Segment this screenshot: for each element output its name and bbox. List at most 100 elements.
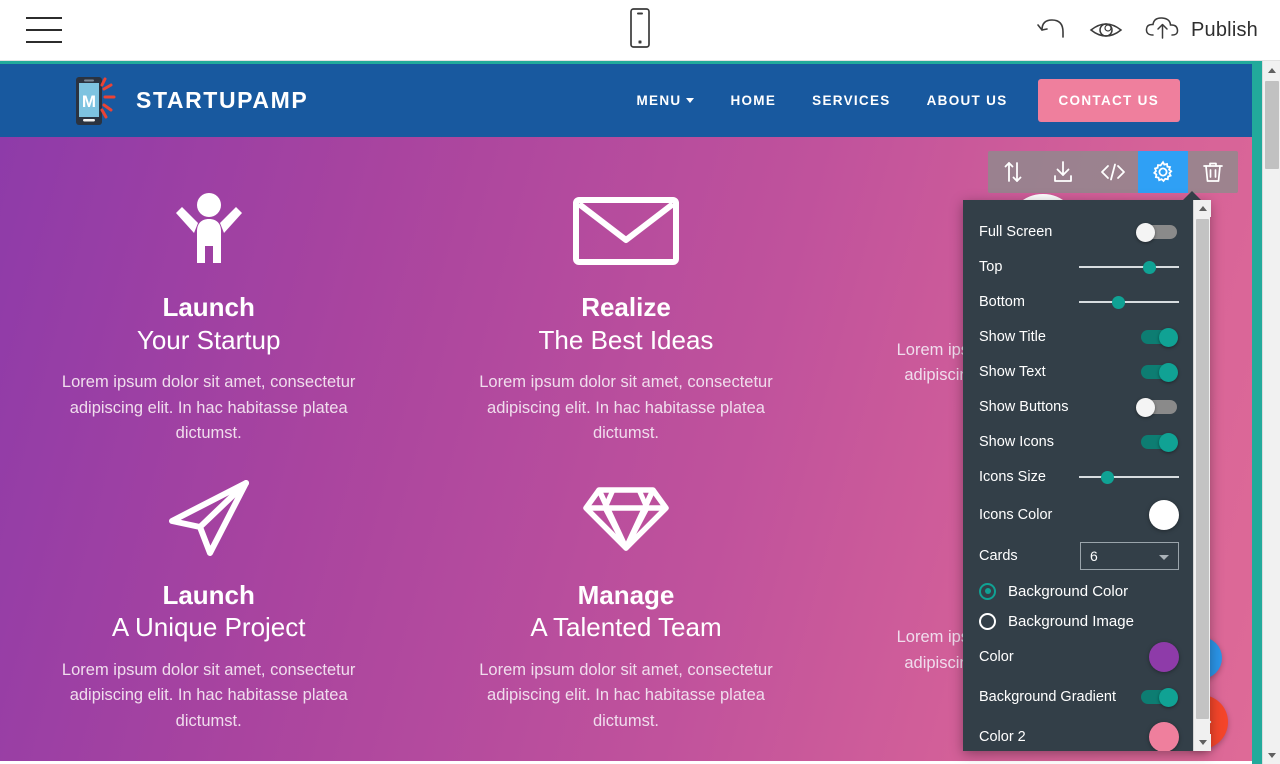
page-scrollbar[interactable] [1262, 61, 1280, 764]
bottom-slider[interactable] [1079, 293, 1179, 311]
setting-label: Top [979, 258, 1003, 275]
nav-link-home[interactable]: HOME [712, 93, 794, 108]
paper-plane-icon [38, 477, 379, 559]
setting-row-show-title: Show Title [979, 319, 1193, 354]
page-scroll-down-arrow-icon[interactable] [1263, 746, 1280, 764]
slider-rail [1079, 265, 1179, 268]
page-scroll-up-arrow-icon[interactable] [1263, 61, 1280, 79]
scroll-down-arrow-icon[interactable] [1194, 734, 1211, 751]
hamburger-bar [26, 41, 62, 43]
feature-card-title: Launch [162, 579, 255, 610]
background-image-radio-row[interactable]: Background Image [979, 606, 1193, 636]
settings-rows: Full Screen Top Bottom Show Title Show T… [963, 200, 1193, 751]
slider-thumb[interactable] [1143, 260, 1156, 274]
site-nav-links: MENU HOME SERVICES ABOUT US CONTACT US [619, 79, 1180, 122]
site-brand-name: STARTUPAMP [136, 87, 309, 113]
eye-icon[interactable] [1088, 17, 1124, 43]
cloud-upload-icon [1144, 14, 1182, 47]
section-toolbar [988, 151, 1238, 193]
site-brand[interactable]: M STARTUPAMP [72, 75, 308, 127]
feature-card[interactable]: Manage A Talented Team Lorem ipsum dolor… [417, 447, 834, 735]
background-color-radio-row[interactable]: Background Color [979, 576, 1193, 606]
slider-thumb[interactable] [1112, 295, 1125, 309]
show-text-toggle[interactable] [1133, 362, 1179, 382]
nav-link-about-us[interactable]: ABOUT US [909, 93, 1026, 108]
feature-card-text: Lorem ipsum dolor sit amet, consectetur … [479, 660, 773, 730]
full-screen-toggle[interactable] [1133, 222, 1179, 242]
feature-card-title: Launch [162, 292, 255, 322]
cards-count-select[interactable]: 6 [1080, 542, 1179, 570]
setting-row-show-buttons: Show Buttons [979, 389, 1193, 424]
background-color-swatch[interactable] [1149, 642, 1179, 672]
chevron-down-icon [686, 98, 695, 103]
setting-label: Show Icons [979, 433, 1054, 450]
setting-row-icons-size: Icons Size [979, 459, 1193, 494]
slider-rail [1079, 475, 1179, 478]
background-gradient-toggle[interactable] [1133, 688, 1179, 707]
settings-scrollbar-thumb[interactable] [1196, 219, 1209, 719]
phone-with-rays-logo: M [72, 75, 120, 127]
mobile-phone-icon[interactable] [628, 8, 652, 53]
feature-card-title: Realize [581, 292, 671, 322]
undo-arrow-icon[interactable] [1034, 17, 1068, 43]
settings-scrollbar[interactable] [1193, 200, 1211, 751]
setting-row-show-text: Show Text [979, 354, 1193, 389]
setting-label: Full Screen [979, 223, 1053, 240]
publish-button[interactable]: Publish [1144, 14, 1258, 47]
scroll-up-arrow-icon[interactable] [1194, 200, 1211, 217]
trash-icon[interactable] [1188, 151, 1238, 193]
slider-thumb[interactable] [1101, 470, 1114, 484]
page-scrollbar-thumb[interactable] [1265, 81, 1279, 169]
hamburger-bar [26, 29, 62, 31]
top-slider[interactable] [1079, 258, 1179, 276]
hamburger-bar [26, 17, 62, 19]
setting-row-color2: Color 2 [979, 716, 1193, 751]
background-image-radio[interactable] [979, 612, 996, 630]
feature-card[interactable]: Launch A Unique Project Lorem ipsum dolo… [0, 447, 417, 735]
feature-card[interactable]: Realize The Best Ideas Lorem ipsum dolor… [417, 159, 834, 447]
setting-row-bottom: Bottom [979, 284, 1193, 319]
feature-card-text: Lorem ipsum dolor sit amet, consectetur … [479, 373, 773, 443]
app-toolbar-actions: Publish [1034, 14, 1258, 47]
svg-text:M: M [82, 92, 96, 111]
setting-label: Icons Color [979, 507, 1053, 523]
feature-card-text: Lorem ipsum dolor sit amet, consectetur … [61, 373, 356, 443]
icons-color-swatch[interactable] [1149, 500, 1179, 530]
show-icons-toggle[interactable] [1133, 432, 1179, 452]
feature-card[interactable]: Launch Your Startup Lorem ipsum dolor si… [0, 159, 417, 447]
toggle-knob [1159, 362, 1178, 382]
nav-link-services[interactable]: SERVICES [794, 93, 908, 108]
setting-row-top: Top [979, 249, 1193, 284]
setting-label: Background Gradient [979, 689, 1117, 705]
setting-label: Color 2 [979, 729, 1026, 745]
background-color2-swatch[interactable] [1149, 722, 1179, 751]
hamburger-icon[interactable] [26, 17, 62, 43]
setting-row-cards: Cards 6 [979, 536, 1193, 576]
setting-label: Show Buttons [979, 398, 1069, 415]
show-buttons-toggle[interactable] [1133, 397, 1179, 417]
show-title-toggle[interactable] [1133, 327, 1179, 347]
setting-label: Cards [979, 548, 1018, 564]
setting-row-full-screen: Full Screen [979, 214, 1193, 249]
download-icon[interactable] [1038, 151, 1088, 193]
background-color-radio[interactable] [979, 582, 996, 600]
person-raised-arms-icon [38, 189, 379, 271]
gear-icon[interactable] [1138, 151, 1188, 193]
code-icon[interactable] [1088, 151, 1138, 193]
feature-card-text: Lorem ipsum dolor sit amet, consectetur … [61, 660, 356, 730]
nav-link-menu[interactable]: MENU [619, 93, 713, 108]
publish-label: Publish [1191, 18, 1258, 41]
feature-card-subtitle: Your Startup [136, 324, 281, 355]
setting-row-background-gradient: Background Gradient [979, 678, 1193, 716]
slider-rail [1079, 300, 1179, 303]
chevron-down-icon [1159, 555, 1169, 560]
icons-size-slider[interactable] [1079, 468, 1179, 486]
setting-label: Bottom [979, 293, 1025, 310]
cards-count-value: 6 [1090, 548, 1098, 564]
move-section-icon[interactable] [988, 151, 1038, 193]
feature-card-subtitle: A Unique Project [111, 612, 306, 643]
section-settings-panel: Full Screen Top Bottom Show Title Show T… [963, 191, 1211, 751]
feature-card-subtitle: A Talented Team [530, 612, 722, 643]
envelope-icon [455, 189, 796, 271]
nav-contact-us-button[interactable]: CONTACT US [1037, 79, 1180, 122]
